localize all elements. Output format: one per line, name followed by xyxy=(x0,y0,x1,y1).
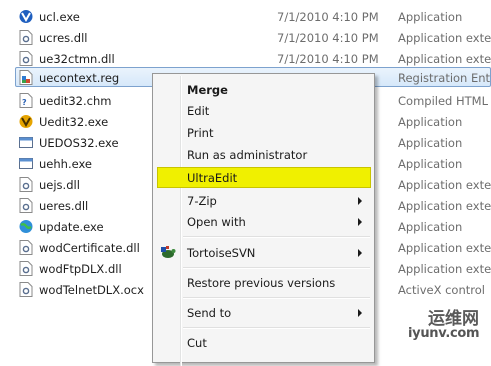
menu-item-label: Merge xyxy=(187,83,228,97)
ultraedit-app-icon xyxy=(19,10,33,23)
file-type: Application xyxy=(398,10,463,24)
file-type: Application xyxy=(398,220,463,234)
reg-file-icon xyxy=(19,70,33,85)
file-name: ucl.exe xyxy=(39,10,80,24)
menu-separator xyxy=(183,267,370,269)
file-name: Uedit32.exe xyxy=(39,115,109,129)
file-type: Application extension xyxy=(398,199,491,213)
menu-separator xyxy=(183,297,370,299)
menu-item-merge[interactable]: Merge xyxy=(155,79,372,100)
chm-file-icon: ? xyxy=(19,93,33,108)
file-row[interactable]: ucres.dll 7/1/2010 4:10 PM Application e… xyxy=(0,27,491,48)
menu-item-send-to[interactable]: Send to xyxy=(155,302,372,323)
menu-item-label: Restore previous versions xyxy=(187,276,336,290)
file-name: uejs.dll xyxy=(39,178,80,192)
menu-item-open-with[interactable]: Open with xyxy=(155,211,372,232)
menu-item-label: Run as administrator xyxy=(187,148,308,162)
menu-item-label: Print xyxy=(187,126,214,140)
menu-item-cut[interactable]: Cut xyxy=(155,332,372,353)
update-globe-icon xyxy=(19,220,33,233)
submenu-arrow-icon xyxy=(358,249,362,257)
menu-item-label: 7-Zip xyxy=(187,194,217,208)
svg-text:?: ? xyxy=(22,98,27,107)
file-type: Application xyxy=(398,157,463,171)
file-type: ActiveX control xyxy=(398,283,485,297)
menu-item-tortoisesvn[interactable]: TortoiseSVN xyxy=(155,242,372,263)
file-name: UEDOS32.exe xyxy=(39,136,119,150)
dll-file-icon xyxy=(19,261,33,276)
file-name: ucres.dll xyxy=(39,31,88,45)
file-name: wodTelnetDLX.ocx xyxy=(39,283,144,297)
dll-file-icon xyxy=(19,30,33,45)
file-type: Application xyxy=(398,115,463,129)
file-type: Registration Entries xyxy=(398,71,491,85)
submenu-arrow-icon xyxy=(358,197,362,205)
file-name: uecontext.reg xyxy=(39,71,120,85)
menu-item-restore-previous-versions[interactable]: Restore previous versions xyxy=(155,272,372,293)
menu-item-label: Cut xyxy=(187,336,207,350)
file-name: ueres.dll xyxy=(39,199,89,213)
file-type: Application extension xyxy=(398,178,491,192)
exe-window-icon xyxy=(19,137,33,148)
menu-item-label: TortoiseSVN xyxy=(187,246,256,260)
menu-item-edit[interactable]: Edit xyxy=(155,100,372,121)
menu-item-print[interactable]: Print xyxy=(155,122,372,143)
file-date: 7/1/2010 4:10 PM xyxy=(277,10,379,24)
dll-file-icon xyxy=(19,198,33,213)
watermark-url: iyunv.com xyxy=(408,326,480,341)
submenu-arrow-icon xyxy=(358,309,362,317)
exe-window-icon xyxy=(19,158,33,169)
menu-separator xyxy=(183,327,370,329)
file-name: wodFtpDLX.dll xyxy=(39,262,122,276)
file-type: Application extension xyxy=(398,262,491,276)
ocx-file-icon xyxy=(19,282,33,297)
file-name: ue32ctmn.dll xyxy=(39,52,115,66)
file-row[interactable]: ucl.exe 7/1/2010 4:10 PM Application xyxy=(0,6,491,27)
file-name: wodCertificate.dll xyxy=(39,241,140,255)
context-menu: Merge Edit Print Run as administrator Ul… xyxy=(152,73,375,366)
dll-file-icon xyxy=(19,51,33,66)
file-type: Application extension xyxy=(398,241,491,255)
menu-separator xyxy=(183,236,370,238)
menu-item-run-as-administrator[interactable]: Run as administrator xyxy=(155,144,372,165)
menu-item-label: UltraEdit xyxy=(187,171,238,185)
file-type: Application extension xyxy=(398,31,491,45)
file-name: uedit32.chm xyxy=(39,94,112,108)
file-type: Application xyxy=(398,136,463,150)
file-type: Compiled HTML Help file xyxy=(398,94,491,108)
menu-item-label: Open with xyxy=(187,215,246,229)
ultraedit-app-icon xyxy=(19,115,33,128)
submenu-arrow-icon xyxy=(358,218,362,226)
file-name: update.exe xyxy=(39,220,104,234)
dll-file-icon xyxy=(19,240,33,255)
menu-item-ultraedit[interactable]: UltraEdit xyxy=(155,167,372,188)
menu-item-7zip[interactable]: 7-Zip xyxy=(155,190,372,211)
file-date: 7/1/2010 4:10 PM xyxy=(277,31,379,45)
menu-item-label: Edit xyxy=(187,104,210,118)
watermark-logo: 运维网 iyunv.com xyxy=(398,302,491,352)
file-type: Application extension xyxy=(398,52,491,66)
file-date: 7/1/2010 4:10 PM xyxy=(277,52,379,66)
tortoisesvn-icon xyxy=(161,246,176,258)
file-name: uehh.exe xyxy=(39,157,92,171)
dll-file-icon xyxy=(19,177,33,192)
menu-item-label: Send to xyxy=(187,306,232,320)
file-row[interactable]: ue32ctmn.dll 7/1/2010 4:10 PM Applicatio… xyxy=(0,48,491,69)
